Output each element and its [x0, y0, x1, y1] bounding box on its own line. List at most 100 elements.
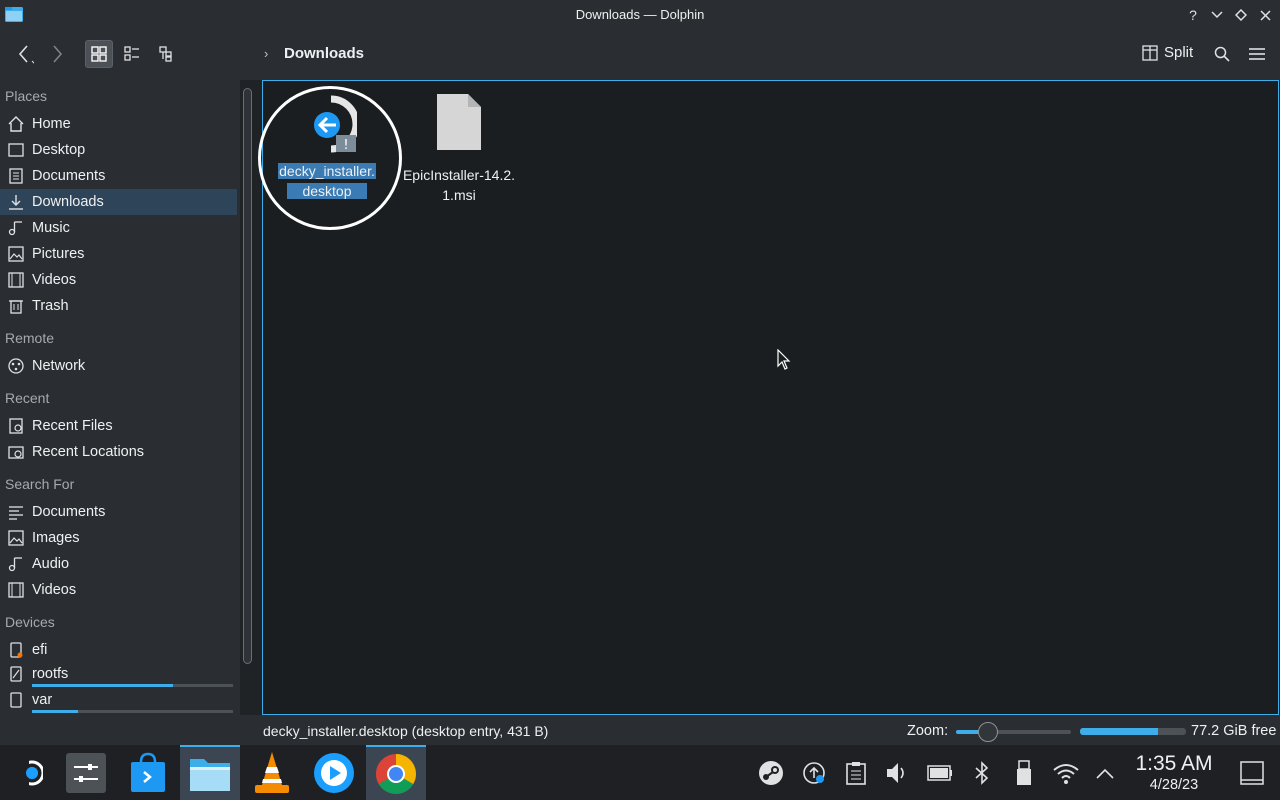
section-devices: Devices [5, 614, 55, 630]
sidebar-item-search-audio[interactable]: Audio [0, 551, 237, 577]
file-name-line: EpicInstaller-14.2. [402, 167, 516, 183]
sidebar-item-label: Trash [32, 298, 69, 314]
discover-store-icon [131, 752, 165, 792]
sidebar-item-search-documents[interactable]: Documents [0, 499, 237, 525]
pictures-icon [7, 245, 25, 263]
disk-space-bar [1080, 728, 1186, 735]
sidebar-item-label: Documents [32, 504, 106, 520]
free-space-text: 77.2 GiB free [1191, 723, 1277, 739]
recent-files-icon [7, 417, 25, 435]
update-icon[interactable] [800, 760, 828, 786]
sidebar-item-label: Pictures [32, 246, 85, 262]
details-view-button[interactable] [153, 40, 181, 68]
sidebar-item-label: Images [32, 530, 80, 546]
file-name-line: desktop [287, 183, 367, 199]
sidebar-item-trash[interactable]: Trash [0, 293, 237, 319]
forward-arrow-icon [53, 45, 63, 63]
digital-clock[interactable]: 1:35 AM 4/28/23 [1130, 752, 1218, 794]
search-button[interactable] [1208, 40, 1236, 68]
sidebar-item-downloads[interactable]: Downloads [0, 189, 237, 215]
discover-button[interactable] [118, 745, 178, 800]
sidebar-item-label: Home [32, 116, 71, 132]
sidebar-item-efi[interactable]: efi [0, 637, 237, 663]
dolphin-task-button[interactable] [180, 745, 240, 800]
sidebar-item-label: Audio [32, 556, 70, 572]
file-item-epic-installer[interactable]: EpicInstaller-14.2. 1.msi [397, 93, 521, 205]
help-button[interactable]: ? [1183, 5, 1203, 25]
sidebar-scrollbar[interactable] [243, 88, 252, 664]
sidebar-item-music[interactable]: Music [0, 215, 237, 241]
clipboard-icon[interactable] [842, 760, 870, 786]
sidebar-item-search-videos[interactable]: Videos [0, 577, 237, 603]
sidebar-item-label: Videos [32, 272, 77, 288]
back-button[interactable] [10, 40, 38, 68]
split-button[interactable]: Split [1142, 44, 1193, 61]
section-places: Places [5, 88, 48, 104]
wifi-icon[interactable] [1052, 760, 1080, 786]
breadcrumb-arrow-icon[interactable]: › [264, 46, 268, 61]
vlc-button[interactable] [242, 745, 302, 800]
places-panel: Places Home Desktop Documents Downloads … [0, 80, 240, 745]
steam-icon[interactable] [757, 760, 785, 786]
sidebar-item-desktop[interactable]: Desktop [0, 137, 237, 163]
sidebar-item-documents[interactable]: Documents [0, 163, 237, 189]
music-icon [7, 219, 25, 237]
file-name-line: 1.msi [442, 187, 476, 203]
network-icon [7, 357, 25, 375]
compact-view-button[interactable] [118, 40, 146, 68]
desktop-icon [7, 141, 25, 159]
maximize-button[interactable] [1231, 5, 1251, 25]
vlc-cone-icon [255, 751, 289, 793]
sidebar-item-recent-locations[interactable]: Recent Locations [0, 439, 237, 465]
file-view[interactable]: ! decky_installer. desktop EpicInstaller… [258, 80, 1279, 715]
sidebar-item-recent-files[interactable]: Recent Files [0, 413, 237, 439]
hamburger-menu-icon [1249, 48, 1265, 60]
forward-button[interactable] [42, 40, 70, 68]
mouse-cursor-icon [777, 349, 791, 370]
battery-icon[interactable] [926, 760, 954, 786]
sidebar-item-network[interactable]: Network [0, 353, 237, 379]
sidebar-item-label: Recent Locations [32, 444, 145, 460]
generic-file-icon [437, 94, 481, 150]
bluetooth-icon[interactable] [968, 760, 996, 786]
sidebar-item-videos[interactable]: Videos [0, 267, 237, 293]
section-remote: Remote [5, 330, 55, 346]
icons-view-button[interactable] [85, 40, 113, 68]
volume-icon[interactable] [884, 760, 912, 786]
sidebar-item-pictures[interactable]: Pictures [0, 241, 237, 267]
settings-sliders-icon [66, 752, 106, 793]
steam-deck-menu-button[interactable] [0, 745, 60, 800]
usb-icon[interactable] [1010, 760, 1038, 786]
split-view-icon [1142, 44, 1158, 61]
sidebar-item-search-images[interactable]: Images [0, 525, 237, 551]
show-desktop-icon[interactable] [1238, 760, 1266, 786]
sidebar-item-label: var [32, 692, 53, 708]
chrome-icon [376, 753, 416, 794]
section-recent: Recent [5, 390, 50, 406]
breadcrumb-downloads[interactable]: Downloads [284, 45, 364, 62]
sidebar-item-label: Downloads [32, 194, 104, 210]
ytmd-icon [314, 752, 354, 793]
icons-view-icon [91, 46, 107, 62]
file-name-line: decky_installer. [278, 163, 376, 179]
split-label: Split [1164, 44, 1194, 61]
window-title: Downloads — Dolphin [575, 7, 705, 22]
minimize-button[interactable] [1207, 5, 1227, 25]
file-item-decky-installer[interactable]: ! decky_installer. desktop [258, 86, 402, 230]
drive-icon [7, 665, 25, 683]
sidebar-item-label: Recent Files [32, 418, 113, 434]
desktop-entry-icon: ! [314, 95, 357, 153]
system-settings-button[interactable] [56, 745, 116, 800]
close-button[interactable] [1255, 5, 1275, 25]
expand-tray-icon[interactable] [1091, 760, 1119, 786]
sidebar-item-label: Documents [32, 168, 106, 184]
toolbar: Split [0, 30, 1280, 80]
menu-button[interactable] [1243, 40, 1271, 68]
chrome-button[interactable] [366, 745, 426, 800]
sidebar-item-home[interactable]: Home [0, 111, 237, 137]
zoom-slider[interactable] [956, 730, 1071, 734]
youtube-music-desktop-button[interactable] [304, 745, 364, 800]
audio-icon [7, 555, 25, 573]
zoom-slider-handle[interactable] [978, 722, 999, 742]
sidebar-item-label: Music [32, 220, 70, 236]
